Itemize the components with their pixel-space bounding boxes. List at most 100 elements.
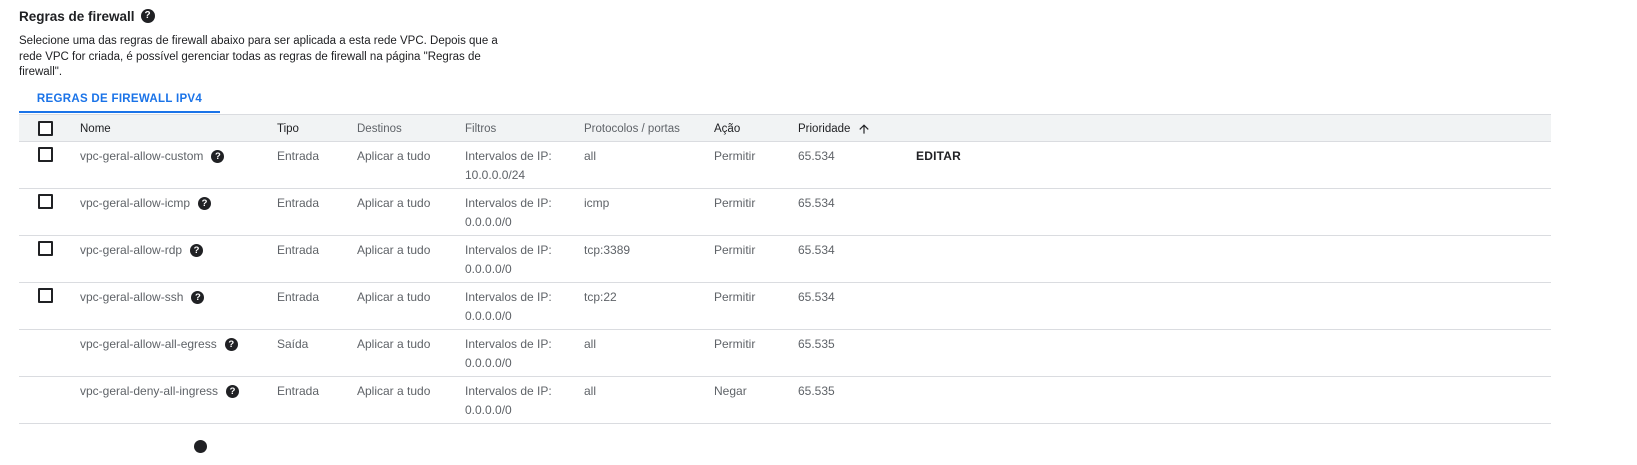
filter-label: Intervalos de IP: [465,290,552,304]
rule-type: Entrada [277,149,320,163]
rule-targets: Aplicar a tudo [357,243,431,257]
rule-action: Permitir [714,196,756,210]
filter-value: 0.0.0.0/0 [465,309,512,323]
rule-name: vpc-geral-allow-all-egress [80,337,217,351]
rule-action: Permitir [714,337,756,351]
filter-label: Intervalos de IP: [465,384,552,398]
rule-priority: 65.534 [798,243,835,257]
row-checkbox[interactable] [38,241,53,256]
rule-type: Entrada [277,290,320,304]
rule-targets: Aplicar a tudo [357,196,431,210]
rule-filters: Intervalos de IP: 0.0.0.0/0 [465,335,552,373]
column-header-prioridade-wrap[interactable]: Prioridade [798,120,871,138]
help-icon[interactable]: ? [191,291,205,304]
edit-button[interactable]: EDITAR [916,147,961,166]
row-checkbox-cell [38,147,53,162]
help-icon[interactable]: ? [198,197,212,210]
column-header-acao: Ação [714,123,741,135]
rule-priority: 65.534 [798,196,835,210]
filter-label: Intervalos de IP: [465,196,552,210]
arrow-upward-icon[interactable] [857,122,871,136]
rule-action: Negar [714,384,747,398]
help-icon[interactable]: ? [140,9,155,23]
column-header-destinos: Destinos [357,123,402,135]
rule-priority: 65.535 [798,337,835,351]
rule-name-cell: vpc-geral-deny-all-ingress ? [80,382,240,401]
rule-targets: Aplicar a tudo [357,149,431,163]
filter-label: Intervalos de IP: [465,149,552,163]
rule-filters: Intervalos de IP: 10.0.0.0/24 [465,147,552,185]
rule-protocols: tcp:22 [584,290,617,304]
table-row: vpc-geral-deny-all-ingress ? Entrada Apl… [19,377,1551,424]
rule-protocols: all [584,384,597,398]
table-row: vpc-geral-allow-all-egress ? Saída Aplic… [19,330,1551,377]
help-icon[interactable]: ? [190,244,204,257]
rule-name: vpc-geral-allow-icmp [80,196,191,210]
rule-filters: Intervalos de IP: 0.0.0.0/0 [465,382,552,420]
rule-name-cell: vpc-geral-allow-custom ? [80,147,225,166]
rule-name-cell: vpc-geral-allow-rdp ? [80,241,204,260]
filter-value: 10.0.0.0/24 [465,168,526,182]
filter-value: 0.0.0.0/0 [465,262,512,276]
row-checkbox[interactable] [38,194,53,209]
rule-type: Entrada [277,384,320,398]
rule-name-cell: vpc-geral-allow-ssh ? [80,288,205,307]
rule-protocols: icmp [584,196,610,210]
rule-filters: Intervalos de IP: 0.0.0.0/0 [465,194,552,232]
rule-action: Permitir [714,149,756,163]
help-icon[interactable]: ? [226,385,240,398]
select-all-checkbox[interactable] [38,121,53,136]
rule-targets: Aplicar a tudo [357,290,431,304]
rule-filters: Intervalos de IP: 0.0.0.0/0 [465,288,552,326]
rule-name: vpc-geral-allow-rdp [80,243,183,257]
help-icon-partial[interactable] [194,440,207,453]
rule-priority: 65.534 [798,149,835,163]
column-header-tipo: Tipo [277,123,299,135]
rule-targets: Aplicar a tudo [357,384,431,398]
row-checkbox-cell [38,194,53,209]
rule-priority: 65.534 [798,290,835,304]
select-all-checkbox-cell [38,121,53,136]
rule-protocols: all [584,337,597,351]
rule-protocols: tcp:3389 [584,243,631,257]
rule-name: vpc-geral-allow-custom [80,149,204,163]
column-header-prioridade[interactable]: Prioridade [798,120,850,138]
rule-name-cell: vpc-geral-allow-icmp ? [80,194,212,213]
rule-targets: Aplicar a tudo [357,337,431,351]
column-header-nome: Nome [80,123,111,135]
section-description: Selecione uma das regras de firewall aba… [19,35,498,78]
rule-name: vpc-geral-allow-ssh [80,290,184,304]
filter-value: 0.0.0.0/0 [465,215,512,229]
section-header: Regras de firewall ? [19,7,155,25]
rule-priority: 65.535 [798,384,835,398]
table-row: vpc-geral-allow-custom ? Entrada Aplicar… [19,142,1551,189]
rule-type: Saída [277,337,309,351]
rule-name-cell: vpc-geral-allow-all-egress ? [80,335,238,354]
help-icon[interactable]: ? [224,338,238,351]
row-checkbox-cell [38,241,53,256]
row-checkbox[interactable] [38,288,53,303]
filter-value: 0.0.0.0/0 [465,403,512,417]
table-body: vpc-geral-allow-custom ? Entrada Aplicar… [19,142,1551,424]
rule-filters: Intervalos de IP: 0.0.0.0/0 [465,241,552,279]
section-title: Regras de firewall [19,8,135,24]
column-header-protocolos: Protocolos / portas [584,123,680,135]
rule-type: Entrada [277,196,320,210]
filter-label: Intervalos de IP: [465,337,552,351]
help-icon[interactable]: ? [211,150,225,163]
table-header-row: Nome Tipo Destinos Filtros Protocolos / … [19,114,1551,142]
rule-action: Permitir [714,243,756,257]
tab-ipv4-firewall-rules[interactable]: REGRAS DE FIREWALL IPV4 [19,85,220,113]
rule-type: Entrada [277,243,320,257]
table-row: vpc-geral-allow-rdp ? Entrada Aplicar a … [19,236,1551,283]
row-checkbox-cell [38,288,53,303]
row-checkbox[interactable] [38,147,53,162]
rule-protocols: all [584,149,597,163]
column-header-filtros: Filtros [465,123,497,135]
rule-action: Permitir [714,290,756,304]
filter-value: 0.0.0.0/0 [465,356,512,370]
rule-name: vpc-geral-deny-all-ingress [80,384,219,398]
table-row: vpc-geral-allow-icmp ? Entrada Aplicar a… [19,189,1551,236]
firewall-rules-table: Nome Tipo Destinos Filtros Protocolos / … [19,114,1551,424]
filter-label: Intervalos de IP: [465,243,552,257]
